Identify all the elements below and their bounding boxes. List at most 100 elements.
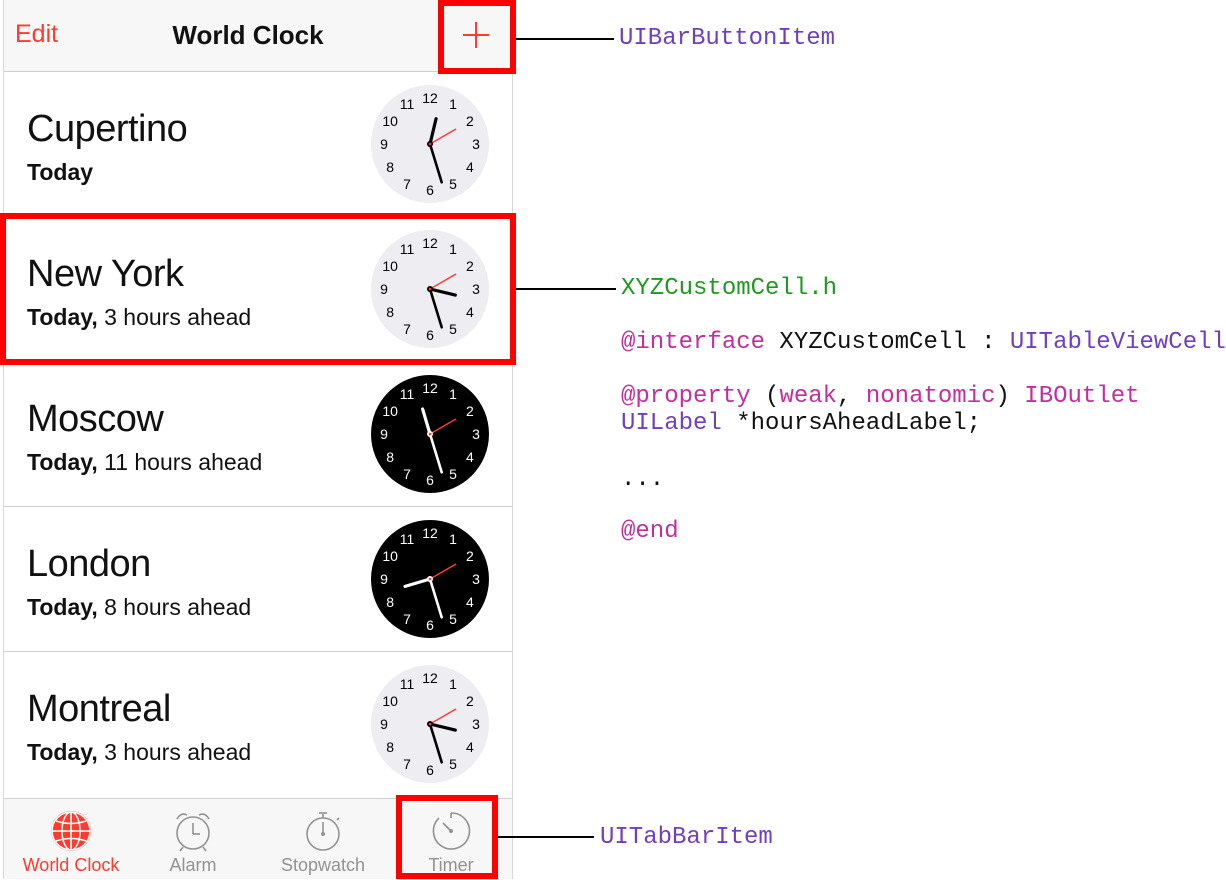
code-punct: ,	[837, 383, 866, 410]
clock-numeral: 8	[386, 739, 394, 755]
day-label: Today,	[27, 594, 98, 620]
clock-numeral: 12	[422, 235, 438, 251]
clock-numeral: 7	[403, 321, 411, 337]
clock-pivot-center	[428, 577, 432, 581]
code-attribute: IBOutlet	[1024, 383, 1140, 410]
analog-clock: 1234567891011 12	[371, 85, 489, 203]
day-label: Today,	[27, 739, 98, 765]
annotation-bar-button-item: UIBarButtonItem	[619, 25, 836, 52]
clock-numeral: 1	[449, 531, 457, 547]
tab-label: Stopwatch	[280, 855, 366, 875]
clock-numeral: 5	[449, 466, 457, 482]
clock-numeral: 9	[380, 136, 388, 152]
stopwatch-icon	[306, 812, 340, 851]
code-attribute: nonatomic	[865, 383, 996, 410]
clock-numeral: 5	[449, 321, 457, 337]
navigation-bar: Edit World Clock	[4, 0, 512, 72]
hours-ahead-label: 3 hours ahead	[104, 739, 252, 765]
tab-alarm[interactable]: Alarm	[129, 799, 257, 880]
day-label: Today,	[27, 304, 98, 330]
globe-icon	[51, 811, 91, 851]
tab-world-clock[interactable]: World Clock	[7, 799, 135, 880]
city-row-montreal[interactable]: Montreal Today, 3 hours ahead 12 3 45678 9 1…	[4, 652, 512, 797]
tab-bar: World Clock Alarm Stopwatch Timer	[4, 798, 512, 879]
clock-numeral: 8	[386, 594, 394, 610]
city-name: Montreal	[27, 688, 171, 730]
analog-clock: 1234567891011 12	[371, 375, 489, 493]
clock-numeral: 3	[472, 571, 480, 587]
leader-line	[516, 38, 614, 40]
hours-ahead-label: 8 hours ahead	[104, 594, 252, 620]
city-row-cupertino[interactable]: Cupertino Today 1 2 3 4 5 6 7 8 9 10 11 12	[4, 72, 512, 217]
clock-numeral: 1	[449, 386, 457, 402]
clock-numeral: 12	[422, 670, 438, 686]
code-attribute: weak	[779, 383, 838, 410]
clock-numeral: 4	[466, 739, 474, 755]
clock-numeral: 10	[382, 548, 398, 564]
tab-label: World Clock	[22, 855, 120, 875]
day-label: Today	[27, 159, 94, 185]
city-name: London	[27, 543, 151, 585]
clock-numeral: 3	[472, 136, 480, 152]
clock-numeral: 5	[449, 756, 457, 772]
clock-pivot-center	[428, 142, 432, 146]
annotation-tab-bar-item: UITabBarItem	[600, 824, 773, 851]
clock-numeral: 10	[382, 403, 398, 419]
clock-numeral: 5	[449, 611, 457, 627]
clock-pivot-center	[428, 722, 432, 726]
clock-numeral: 3	[472, 426, 480, 442]
city-name: Moscow	[27, 398, 164, 440]
phone-screen: Edit World Clock Cupertino Today 1234567…	[3, 0, 513, 879]
clock-numeral: 4	[466, 594, 474, 610]
clock-pivot-center	[428, 432, 432, 436]
leader-line	[516, 288, 616, 290]
code-keyword: @interface	[621, 329, 766, 356]
tab-timer[interactable]: Timer	[387, 799, 515, 880]
clock-numeral: 10	[382, 258, 398, 274]
clock-numeral: 3	[472, 716, 480, 732]
plus-icon	[463, 22, 489, 48]
add-button[interactable]	[449, 8, 504, 62]
hours-ahead-label: 11 hours ahead	[104, 449, 263, 475]
clock-pivot-center	[428, 287, 432, 291]
city-name: New York	[27, 253, 184, 295]
code-ellipsis: ...	[621, 466, 665, 493]
code-end-keyword: @end	[621, 518, 679, 545]
city-subtitle: Today, 8 hours ahead	[27, 594, 251, 621]
clock-numeral: 8	[386, 304, 394, 320]
city-subtitle: Today, 11 hours ahead	[27, 449, 262, 476]
clock-numeral: 1	[449, 96, 457, 112]
city-row-new-york[interactable]: New York Today, 3 hours ahead 12 3 45678 9 1…	[4, 217, 512, 362]
clock-numeral: 7	[403, 756, 411, 772]
code-variable: *hoursAheadLabel;	[721, 410, 982, 437]
code-punct: (	[750, 383, 780, 410]
clock-numeral: 5	[449, 176, 457, 192]
analog-clock: 1234567891011 12	[371, 665, 489, 783]
clock-numeral: 10	[382, 113, 398, 129]
clock-numeral: 12	[422, 90, 438, 106]
clock-numeral: 12	[422, 525, 438, 541]
clock-numeral: 6	[426, 182, 434, 198]
clock-numeral: 11	[400, 676, 415, 692]
page-title: World Clock	[172, 20, 324, 50]
city-name: Cupertino	[27, 108, 188, 150]
clock-numeral: 7	[403, 466, 411, 482]
hours-ahead-label: 3 hours ahead	[104, 304, 252, 330]
clock-numeral: 2	[466, 258, 474, 274]
day-label: Today,	[27, 449, 98, 475]
city-row-moscow[interactable]: Moscow Today, 11 hours ahead 1 2 3 4 5 6 7 8 9 10…	[4, 362, 512, 507]
code-property-line: @property (weak, nonatomic) IBOutlet	[621, 383, 1140, 410]
clock-numeral: 7	[403, 611, 411, 627]
code-type: UILabel	[621, 410, 722, 437]
clock-numeral: 2	[466, 548, 474, 564]
annotation-header-file: XYZCustomCell.h	[621, 275, 838, 302]
clock-numeral: 4	[466, 159, 474, 175]
clock-numeral: 12	[422, 380, 438, 396]
city-subtitle: Today, 3 hours ahead	[27, 304, 251, 331]
clock-numeral: 6	[426, 762, 434, 778]
tab-stopwatch[interactable]: Stopwatch	[259, 799, 387, 880]
code-punct: )	[995, 383, 1025, 410]
clock-numeral: 2	[466, 693, 474, 709]
timer-icon	[432, 812, 471, 850]
city-row-london[interactable]: London Today, 8 hours ahead 1 2 3 4 5 6 7 8 9 10 1…	[4, 507, 512, 652]
